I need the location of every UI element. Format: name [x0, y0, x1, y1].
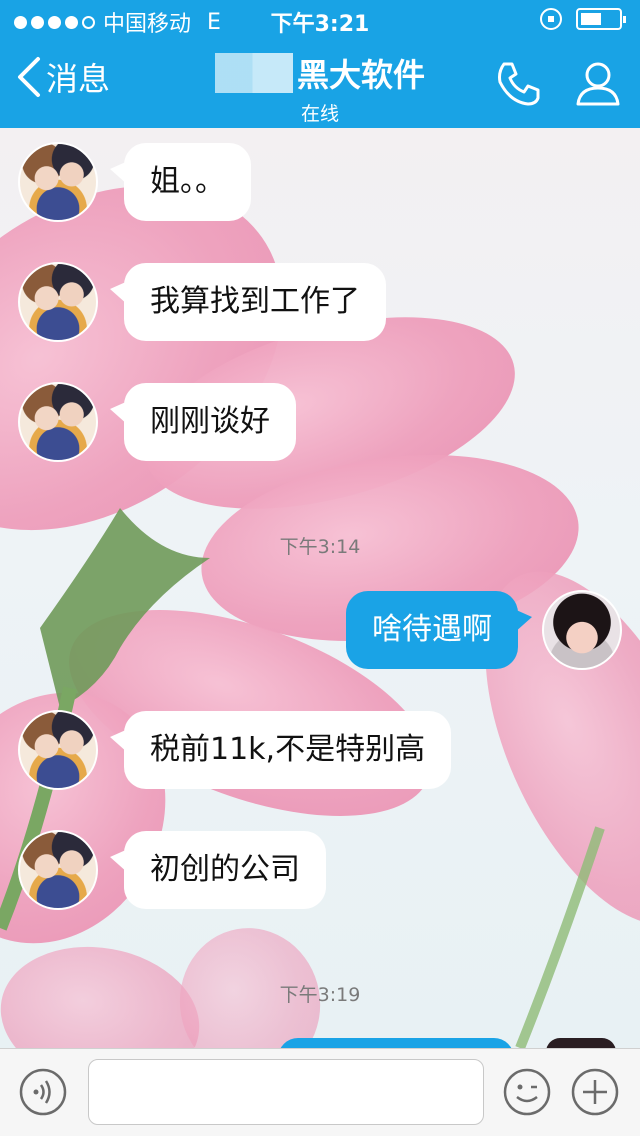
timestamp: 下午3:19: [279, 984, 361, 1006]
emoji-icon: [503, 1068, 551, 1116]
message-row: 我算找到工作了: [18, 262, 386, 342]
nav-bar: 消息 黑大软件 在线: [0, 40, 640, 128]
redacted-name: [214, 53, 293, 93]
online-status: 在线: [300, 103, 339, 125]
message-bubble-incoming[interactable]: 我算找到工作了: [110, 263, 386, 341]
message-row: 初创的公司: [18, 830, 326, 910]
call-button[interactable]: [492, 58, 544, 110]
battery-icon: [576, 8, 626, 30]
message-row: 啥待遇啊: [346, 590, 622, 670]
avatar[interactable]: [542, 590, 622, 670]
more-button[interactable]: [570, 1067, 620, 1117]
contact-profile-button[interactable]: [572, 58, 624, 110]
status-bar: 中国移动 E 下午3:21: [0, 0, 640, 40]
status-right: [540, 8, 626, 30]
avatar[interactable]: [18, 142, 98, 222]
message-row: 姐。。: [18, 142, 251, 222]
message-row: 税前11k,不是特别高: [18, 710, 452, 790]
message-bubble-incoming[interactable]: 姐。。: [110, 143, 251, 221]
timestamp: 下午3:14: [279, 536, 361, 558]
message-input[interactable]: [88, 1059, 484, 1125]
plus-icon: [571, 1068, 619, 1116]
emoji-button[interactable]: [502, 1067, 552, 1117]
avatar[interactable]: [18, 382, 98, 462]
top-bar: 中国移动 E 下午3:21 消息 黑大软件 在线: [0, 0, 640, 128]
avatar[interactable]: [18, 830, 98, 910]
message-bubble-outgoing[interactable]: 啥待遇啊: [346, 591, 532, 669]
message-bubble-incoming[interactable]: 初创的公司: [110, 831, 326, 909]
rotation-lock-icon: [540, 8, 562, 30]
chat-title: 黑大软件: [214, 50, 425, 96]
voice-button[interactable]: [18, 1067, 68, 1117]
chat-title-text: 黑大软件: [296, 56, 425, 94]
avatar[interactable]: [18, 262, 98, 342]
input-bar: [0, 1048, 640, 1136]
chat-title-block[interactable]: 黑大软件 在线: [0, 50, 640, 126]
phone-icon: [498, 62, 540, 106]
person-icon: [576, 62, 620, 106]
message-row: 刚刚谈好: [18, 382, 296, 462]
voice-icon: [19, 1068, 67, 1116]
message-bubble-incoming[interactable]: 刚刚谈好: [110, 383, 296, 461]
message-bubble-incoming[interactable]: 税前11k,不是特别高: [109, 711, 452, 789]
avatar[interactable]: [18, 710, 98, 790]
